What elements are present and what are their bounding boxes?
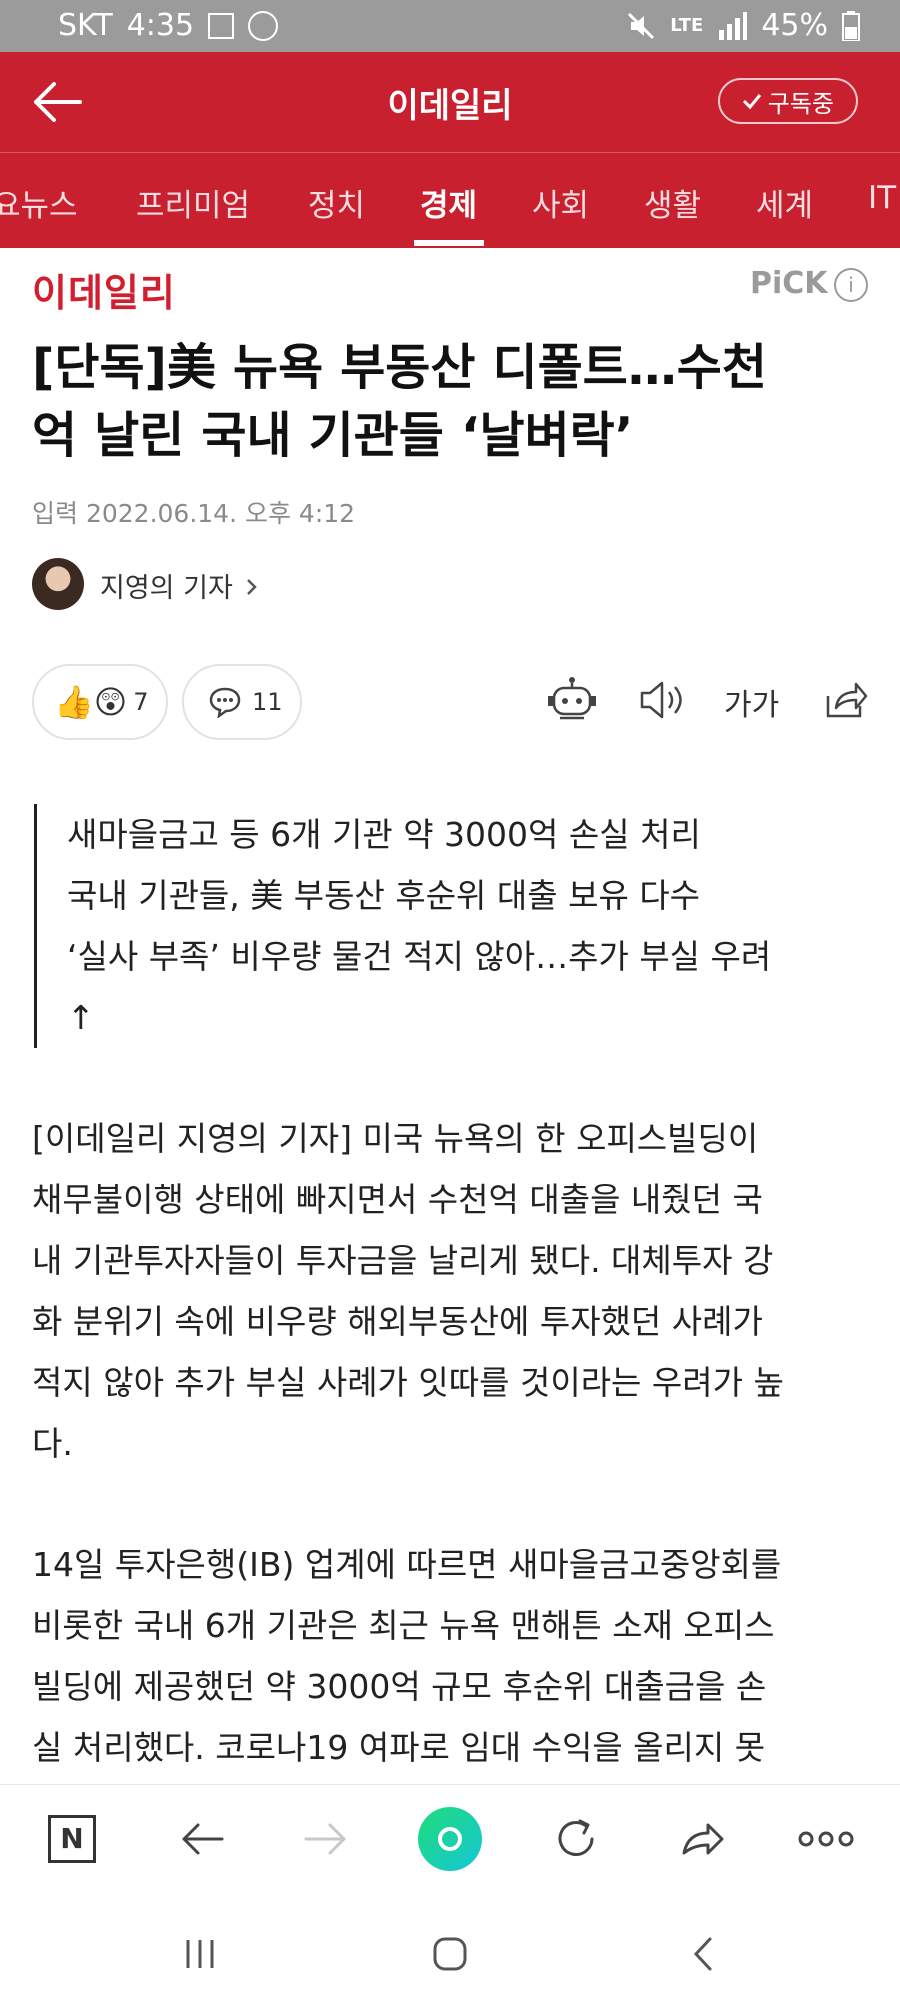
tab-world[interactable]: 세계 xyxy=(756,180,813,225)
network-label: LTE xyxy=(670,15,704,36)
tab-life[interactable]: 생활 xyxy=(644,180,701,225)
active-tab-indicator xyxy=(414,240,484,246)
publish-date: 입력 2022.06.14. 오후 4:12 xyxy=(32,499,356,528)
share-icon[interactable] xyxy=(818,674,870,726)
comment-icon xyxy=(209,687,241,718)
font-size-label: 가가 xyxy=(724,688,780,723)
reporter-link[interactable]: 지영의 기자 xyxy=(100,566,259,605)
paragraph-line: 14일 투자은행(IB) 업계에 따르면 새마을금고중앙회를 xyxy=(32,1545,782,1584)
tab-premium[interactable]: 프리미엄 xyxy=(136,180,250,225)
tabs-divider xyxy=(0,152,900,153)
battery-icon xyxy=(842,10,860,41)
reporter-name: 지영의 기자 xyxy=(100,573,233,604)
summary-line: ‘실사 부족’ 비우량 물건 적지 않아…추가 부실 우려 xyxy=(67,937,772,976)
paragraph-line: 빌딩에 제공했던 약 3000억 규모 후순위 대출금을 손 xyxy=(32,1667,767,1706)
naver-home-button[interactable]: N xyxy=(48,1815,96,1863)
reaction-button[interactable]: 👍😲 7 xyxy=(32,664,168,740)
tab-society[interactable]: 사회 xyxy=(532,180,589,225)
category-tabs: 요뉴스 프리미엄 정치 경제 사회 생활 세계 IT xyxy=(0,152,900,248)
summary-line: 새마을금고 등 6개 기관 약 3000억 손실 처리 xyxy=(67,815,701,854)
comment-count: 11 xyxy=(252,688,283,716)
carrier-label: SKT xyxy=(58,8,113,43)
font-size-button[interactable]: 가가 xyxy=(724,680,779,724)
reaction-emoji-icon: 👍😲 xyxy=(54,683,128,721)
paragraph-line: 화 분위기 속에 비우량 해외부동산에 투자했던 사례가 xyxy=(32,1302,763,1341)
summary-line: ↑ xyxy=(67,998,95,1037)
battery-label: 45% xyxy=(761,8,828,43)
browser-toolbar: N xyxy=(0,1784,900,1905)
share-arrow-icon[interactable] xyxy=(676,1813,728,1865)
press-logo[interactable]: 이데일리 xyxy=(32,262,176,317)
system-nav-bar xyxy=(0,1904,900,2000)
article-paragraph: 14일 투자은행(IB) 업계에 따르면 새마을금고중앙회를 비롯한 국내 6개… xyxy=(32,1534,872,1778)
check-icon xyxy=(742,94,761,110)
paragraph-line: 채무불이행 상태에 빠지면서 수천억 대출을 내줬던 국 xyxy=(32,1180,763,1219)
mute-icon xyxy=(628,12,655,39)
tab-economy[interactable]: 경제 xyxy=(420,180,477,225)
forward-icon[interactable] xyxy=(300,1813,352,1865)
tab-main-news[interactable]: 요뉴스 xyxy=(0,180,78,225)
article-paragraph: [이데일리 지영의 기자] 미국 뉴욕의 한 오피스빌딩이 채무불이행 상태에 … xyxy=(32,1108,872,1474)
green-dot-button[interactable] xyxy=(418,1807,482,1871)
headline-line: 억 날린 국내 기관들 ‘날벼락’ xyxy=(32,407,634,464)
article-headline: [단독]美 뉴욕 부동산 디폴트…수천 억 날린 국내 기관들 ‘날벼락’ xyxy=(32,334,852,470)
reporter-avatar[interactable] xyxy=(32,558,84,610)
app-header: 이데일리 구독중 xyxy=(0,52,900,152)
status-left: SKT 4:35 xyxy=(58,8,279,43)
pick-badge: PiCK xyxy=(750,266,828,301)
speaker-tts-icon[interactable] xyxy=(636,674,688,726)
paragraph-line: 적지 않아 추가 부실 사례가 잇따를 것이라는 우려가 높 xyxy=(32,1363,784,1402)
more-icon[interactable] xyxy=(796,1813,856,1865)
paragraph-line: 실 처리했다. 코로나19 여파로 임대 수익을 올리지 못 xyxy=(32,1728,766,1767)
info-icon[interactable]: i xyxy=(834,268,868,302)
headline-line: [단독]美 뉴욕 부동산 디폴트…수천 xyxy=(32,339,767,396)
paragraph-line: [이데일리 지영의 기자] 미국 뉴욕의 한 오피스빌딩이 xyxy=(32,1119,759,1158)
back-icon[interactable] xyxy=(176,1813,228,1865)
summary-line: 국내 기관들, 美 부동산 후순위 대출 보유 다수 xyxy=(67,876,701,915)
signal-icon xyxy=(719,11,748,40)
system-back-icon[interactable] xyxy=(684,1934,724,1974)
comment-button[interactable]: 11 xyxy=(182,664,302,740)
chevron-right-icon xyxy=(247,579,258,595)
tab-politics[interactable]: 정치 xyxy=(308,180,365,225)
reaction-count: 7 xyxy=(133,688,149,716)
paragraph-line: 비롯한 국내 6개 기관은 최근 뉴욕 맨해튼 소재 오피스 xyxy=(32,1606,775,1645)
paragraph-line: 내 기관투자자들이 투자금을 날리게 됐다. 대체투자 강 xyxy=(32,1241,774,1280)
starbucks-icon xyxy=(248,10,279,41)
status-bar: SKT 4:35 LTE 45% xyxy=(0,0,900,52)
refresh-icon[interactable] xyxy=(550,1813,602,1865)
article-summary: 새마을금고 등 6개 기관 약 3000억 손실 처리 국내 기관들, 美 부동… xyxy=(34,804,854,1048)
subscribe-label: 구독중 xyxy=(767,89,834,118)
subscribe-button[interactable]: 구독중 xyxy=(717,78,858,124)
paragraph-line: 다. xyxy=(32,1424,73,1463)
clock: 4:35 xyxy=(126,8,195,43)
robot-summary-icon[interactable] xyxy=(546,674,598,726)
qr-icon xyxy=(208,12,235,39)
status-right: LTE 45% xyxy=(626,8,860,43)
recent-apps-icon[interactable] xyxy=(180,1934,220,1974)
home-icon[interactable] xyxy=(430,1934,470,1974)
tab-it[interactable]: IT xyxy=(868,180,896,216)
